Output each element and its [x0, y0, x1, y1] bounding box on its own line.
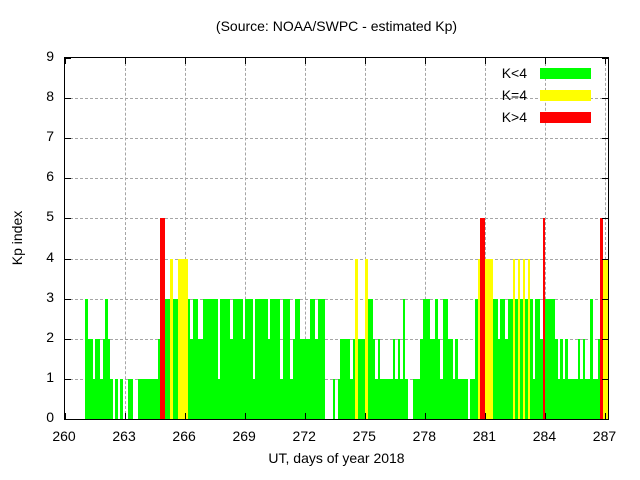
kp-index-chart: (Source: NOAA/SWPC - estimated Kp) Kp in… [0, 0, 640, 480]
y-tick-label: 4 [4, 249, 54, 265]
y-tick-label: 8 [4, 88, 54, 104]
legend-swatch-yellow [540, 90, 591, 101]
axis-tick [185, 58, 186, 64]
axis-tick [65, 138, 71, 139]
axis-tick [65, 419, 71, 420]
axis-tick [545, 413, 546, 419]
axis-tick [65, 218, 71, 219]
axis-tick [485, 413, 486, 419]
x-tick-label: 272 [293, 428, 316, 444]
y-tick-label: 5 [4, 208, 54, 224]
axis-tick [602, 379, 608, 380]
y-tick-label: 3 [4, 289, 54, 305]
x-tick-label: 281 [473, 428, 496, 444]
axis-tick [485, 58, 486, 64]
y-tick-label: 0 [4, 409, 54, 425]
axis-tick [65, 379, 71, 380]
y-tick-label: 2 [4, 329, 54, 345]
y-tick-label: 9 [4, 48, 54, 64]
axis-tick [125, 58, 126, 64]
plot-area: K<4 K=4 K>4 [64, 57, 609, 420]
x-tick-label: 260 [52, 428, 75, 444]
axis-tick [245, 58, 246, 64]
axis-tick [305, 413, 306, 419]
axis-tick [305, 58, 306, 64]
axis-tick [425, 413, 426, 419]
axis-tick [65, 178, 71, 179]
axis-tick [602, 419, 608, 420]
x-tick-label: 284 [533, 428, 556, 444]
y-tick-label: 7 [4, 128, 54, 144]
axis-tick [365, 413, 366, 419]
axis-tick [602, 339, 608, 340]
legend-row-k-lt-4: K<4 [502, 62, 591, 84]
axis-tick [425, 58, 426, 64]
x-tick-label: 278 [413, 428, 436, 444]
x-tick-label: 266 [172, 428, 195, 444]
legend: K<4 K=4 K>4 [502, 62, 591, 128]
axis-tick [602, 299, 608, 300]
chart-title: (Source: NOAA/SWPC - estimated Kp) [64, 18, 609, 34]
x-tick-label: 287 [593, 428, 616, 444]
axis-tick [602, 98, 608, 99]
axis-tick [125, 413, 126, 419]
legend-swatch-red [540, 112, 591, 123]
y-tick-label: 1 [4, 369, 54, 385]
x-tick-label: 263 [112, 428, 135, 444]
axis-tick [65, 58, 71, 59]
legend-label-k-eq-4: K=4 [502, 87, 527, 103]
axis-tick [65, 299, 71, 300]
legend-label-k-lt-4: K<4 [502, 65, 527, 81]
x-tick-label: 275 [353, 428, 376, 444]
axis-tick [602, 178, 608, 179]
x-tick-label: 269 [232, 428, 255, 444]
legend-row-k-eq-4: K=4 [502, 84, 591, 106]
axis-tick [602, 138, 608, 139]
legend-swatch-green [540, 68, 591, 79]
axis-tick [65, 339, 71, 340]
axis-tick [365, 58, 366, 64]
axis-tick [185, 413, 186, 419]
axis-tick [65, 98, 71, 99]
legend-row-k-gt-4: K>4 [502, 106, 591, 128]
x-axis-title: UT, days of year 2018 [64, 450, 609, 466]
y-tick-label: 6 [4, 168, 54, 184]
legend-label-k-gt-4: K>4 [502, 109, 527, 125]
axis-tick [602, 58, 608, 59]
axis-tick [602, 218, 608, 219]
axis-tick [245, 413, 246, 419]
axis-tick [602, 259, 608, 260]
axis-tick [65, 259, 71, 260]
